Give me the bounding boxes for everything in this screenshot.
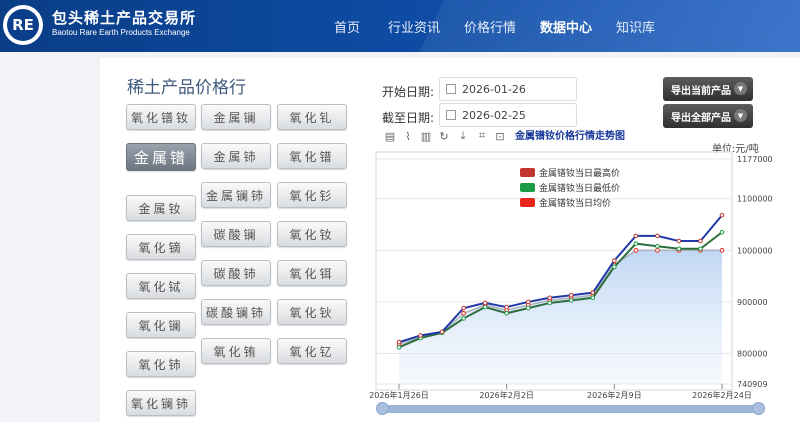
end-date-input[interactable]: 2026-02-25	[439, 103, 577, 127]
product-button[interactable]: 金属镧	[201, 104, 271, 130]
nav-news[interactable]: 行业资讯	[388, 17, 440, 36]
product-button[interactable]: 碳酸镧铈	[201, 299, 271, 325]
header-decoration	[397, 0, 800, 52]
start-date-input[interactable]: 2026-01-26	[439, 77, 577, 101]
calendar-icon	[446, 110, 456, 120]
export-all-button[interactable]: 导出全部产品 ▼	[663, 104, 753, 128]
product-button[interactable]: 氧化镨钕	[126, 104, 196, 130]
product-button[interactable]: 金属镧铈	[201, 182, 271, 208]
crop-icon[interactable]: ⌗	[476, 129, 488, 142]
product-button[interactable]: 氧化钐	[277, 182, 347, 208]
export-all-label: 导出全部产品	[671, 112, 731, 124]
logo-title: 包头稀土产品交易所	[52, 9, 197, 27]
product-button[interactable]: 氧化钇	[277, 338, 347, 364]
product-button[interactable]: 氧化铽	[126, 273, 196, 299]
logo-icon[interactable]: RE	[3, 5, 43, 45]
product-button[interactable]: 金属钕	[126, 195, 196, 221]
chevron-down-icon: ▼	[734, 82, 747, 95]
product-button[interactable]: 金属铈	[201, 143, 271, 169]
document-icon[interactable]: ▤	[384, 130, 396, 143]
chart-unit: 单位:元/吨	[712, 144, 759, 155]
product-button[interactable]: 氧化铕	[201, 338, 271, 364]
date-range-slider[interactable]	[378, 405, 764, 413]
export-current-button[interactable]: 导出当前产品 ▼	[663, 77, 753, 101]
product-button[interactable]: 氧化镝	[126, 234, 196, 260]
product-button[interactable]: 氧化钕	[277, 221, 347, 247]
start-date-value: 2026-01-26	[462, 82, 526, 96]
end-date-value: 2026-02-25	[462, 108, 526, 122]
logo-mark: RE	[7, 9, 39, 41]
download-icon[interactable]: ⤓	[457, 129, 469, 142]
product-button[interactable]: 氧化钬	[277, 299, 347, 325]
product-button[interactable]: 氧化镧	[126, 312, 196, 338]
chevron-down-icon: ▼	[734, 109, 747, 122]
line-chart-icon[interactable]: ⌇	[402, 130, 414, 143]
product-button-active[interactable]: 金属镨	[126, 143, 196, 171]
site-header: RE 包头稀土产品交易所 Baotou Rare Earth Products …	[0, 0, 800, 52]
nav-prices[interactable]: 价格行情	[464, 17, 516, 36]
restore-icon[interactable]: ⊡	[494, 130, 506, 143]
calendar-icon	[446, 84, 456, 94]
start-date-label: 开始日期:	[382, 85, 435, 99]
nav-knowledge[interactable]: 知识库	[616, 17, 655, 36]
nav-home[interactable]: 首页	[334, 17, 360, 36]
logo[interactable]: 包头稀土产品交易所 Baotou Rare Earth Products Exc…	[52, 9, 196, 38]
product-button[interactable]: 氧化钆	[277, 104, 347, 130]
nav-data-center[interactable]: 数据中心	[540, 17, 592, 36]
product-button[interactable]: 氧化镨	[277, 143, 347, 169]
page-title: 稀土产品价格行	[127, 78, 246, 98]
bar-chart-icon[interactable]: ▥	[420, 130, 432, 143]
refresh-icon[interactable]: ↻	[438, 130, 450, 143]
product-button[interactable]: 氧化铒	[277, 260, 347, 286]
product-button[interactable]: 氧化镧铈	[126, 390, 196, 416]
export-current-label: 导出当前产品	[671, 85, 731, 97]
product-button[interactable]: 碳酸镧	[201, 221, 271, 247]
logo-subtitle: Baotou Rare Earth Products Exchange	[52, 28, 190, 37]
slider-handle-start[interactable]	[376, 402, 389, 415]
product-button[interactable]: 碳酸铈	[201, 260, 271, 286]
slider-handle-end[interactable]	[752, 402, 765, 415]
product-button[interactable]: 氧化铈	[126, 351, 196, 377]
end-date-label: 截至日期:	[382, 111, 435, 125]
